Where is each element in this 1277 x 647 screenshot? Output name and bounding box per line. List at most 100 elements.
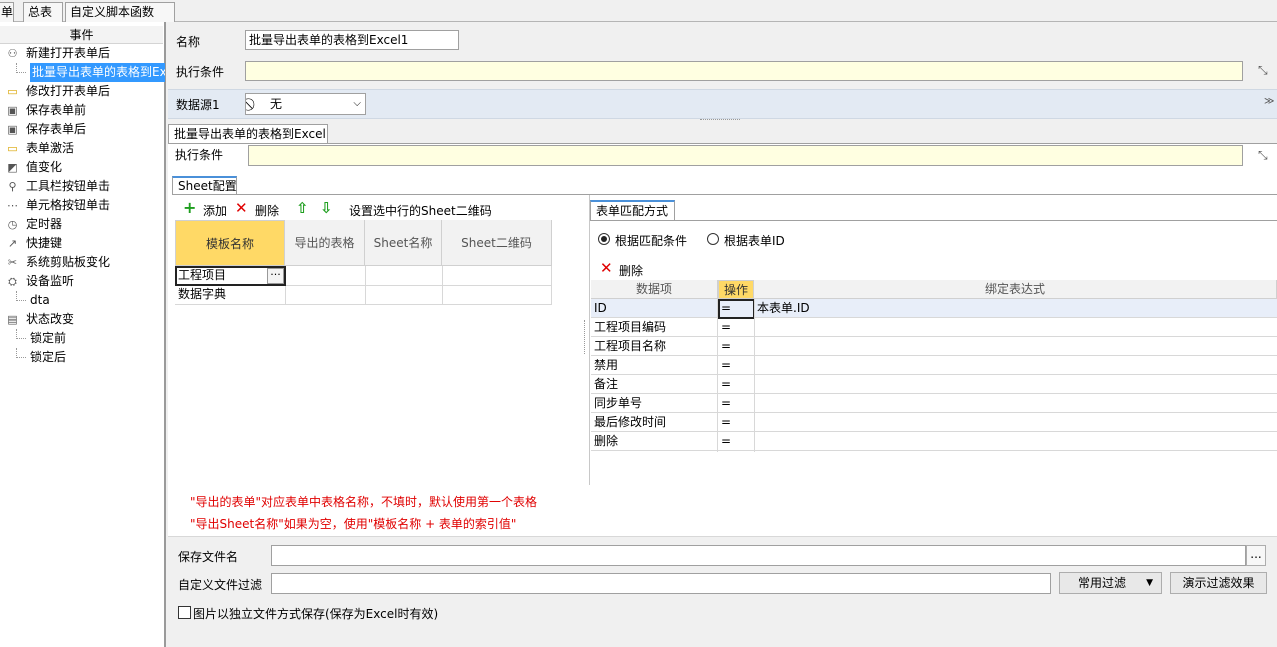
tree-item-10[interactable]: ↗ 快捷键	[0, 234, 165, 253]
tree-item-0[interactable]: ⚇ 新建打开表单后	[0, 44, 165, 63]
name-input[interactable]: 批量导出表单的表格到Excel1	[245, 30, 459, 50]
tab-batch-export[interactable]: 批量导出表单的表格到Excel	[168, 124, 328, 144]
match-row-item[interactable]: 备注	[594, 375, 618, 394]
datasource-label: 数据源1	[176, 98, 220, 112]
match-delete-button[interactable]: 删除	[619, 262, 643, 279]
match-header-item[interactable]: 数据项	[591, 280, 718, 299]
image-separate-checkbox[interactable]	[178, 606, 191, 619]
move-up-icon[interactable]: ⇧	[296, 199, 309, 217]
delete-button[interactable]: 删除	[255, 202, 279, 219]
tab-match-mode[interactable]: 表单匹配方式	[590, 200, 675, 221]
add-button[interactable]: 添加	[203, 202, 227, 219]
sheet-row-2-template[interactable]: 数据字典	[178, 285, 226, 304]
tab-partial[interactable]: 单	[0, 2, 14, 22]
browse-button[interactable]: ...	[1246, 545, 1266, 566]
match-row-op[interactable]: =	[721, 356, 731, 375]
sub-condition-input[interactable]	[248, 145, 1243, 166]
match-delete-icon[interactable]: ✕	[600, 259, 613, 277]
demo-filter-button[interactable]: 演示过滤效果	[1170, 572, 1267, 594]
delete-icon[interactable]: ✕	[235, 199, 248, 217]
radio-form-id-label: 根据表单ID	[724, 234, 785, 248]
save-filename-label: 保存文件名	[178, 550, 239, 564]
match-cell-selected[interactable]	[718, 299, 755, 319]
tree-item-11[interactable]: ✂ 系统剪贴板变化	[0, 253, 165, 272]
sheet-header-template[interactable]: 模板名称	[175, 220, 285, 266]
tree-item-6[interactable]: ◩ 值变化	[0, 158, 165, 177]
tree-item-13[interactable]: dta	[0, 291, 165, 310]
match-row-item[interactable]: 最后修改时间	[594, 413, 666, 432]
match-row-item[interactable]: 同步单号	[594, 394, 642, 413]
cell-ellipsis-button[interactable]: ···	[267, 268, 284, 284]
common-filter-dropdown[interactable]: 常用过滤 ▼	[1059, 572, 1162, 594]
tab-custom-script[interactable]: 自定义脚本函数	[65, 2, 175, 22]
match-row-op[interactable]: =	[721, 375, 731, 394]
tree-item-4[interactable]: ▣ 保存表单后	[0, 120, 165, 139]
row-divider	[591, 336, 1277, 337]
save-filename-input[interactable]	[271, 545, 1246, 566]
radio-form-id[interactable]	[707, 233, 719, 245]
tree-item-14[interactable]: ▤ 状态改变	[0, 310, 165, 329]
device-icon: ⛭	[8, 275, 17, 288]
tree-item-2[interactable]: ▭ 修改打开表单后	[0, 82, 165, 101]
datasource-select[interactable]: ⃠ 无 ⌵	[245, 93, 366, 115]
tree-connector	[16, 329, 26, 339]
tree-item-12[interactable]: ⛭ 设备监听	[0, 272, 165, 291]
match-row-op[interactable]: =	[721, 337, 731, 356]
tab-sheet-config[interactable]: Sheet配置	[172, 176, 237, 195]
condition-wand-icon[interactable]: ⤡	[1258, 63, 1268, 78]
match-header-op[interactable]: 操作	[718, 280, 754, 299]
match-row-op[interactable]: =	[721, 318, 731, 337]
tree-item-3[interactable]: ▣ 保存表单前	[0, 101, 165, 120]
tree-item-5[interactable]: ▭ 表单激活	[0, 139, 165, 158]
custom-filter-input[interactable]	[271, 573, 1051, 594]
tree-item-label: 值变化	[26, 160, 63, 174]
tree-item-16[interactable]: 锁定后	[0, 348, 165, 367]
tree-item-9[interactable]: ◷ 定时器	[0, 215, 165, 234]
match-row-op[interactable]: =	[721, 413, 731, 432]
condition-label: 执行条件	[176, 65, 225, 79]
match-row-item[interactable]: 工程项目名称	[594, 337, 666, 356]
set-qr-button[interactable]: 设置选中行的Sheet二维码	[349, 202, 492, 219]
sheet-header-qr[interactable]: Sheet二维码	[442, 220, 552, 266]
row-divider	[591, 355, 1277, 356]
vertical-splitter[interactable]	[584, 320, 586, 354]
sheet-header-table[interactable]: 导出的表格	[285, 220, 365, 266]
row-divider	[591, 393, 1277, 394]
tree-item-7[interactable]: ⚲ 工具栏按钮单击	[0, 177, 165, 196]
radio-match-condition-label: 根据匹配条件	[615, 234, 688, 248]
condition-input[interactable]	[245, 61, 1243, 81]
custom-filter-label: 自定义文件过滤	[178, 578, 263, 592]
tab-summary[interactable]: 总表	[23, 2, 63, 22]
sub-condition-wand-icon[interactable]: ⤡	[1258, 148, 1268, 163]
add-icon[interactable]: +	[183, 199, 196, 217]
tree-item-15[interactable]: 锁定前	[0, 329, 165, 348]
event-panel-header: 事件	[0, 26, 163, 44]
move-down-icon[interactable]: ⇩	[320, 199, 333, 217]
match-row-item[interactable]: ID	[594, 299, 607, 318]
scissors-icon: ✂	[7, 256, 18, 269]
dropdown-arrow-icon: ▼	[1146, 578, 1153, 588]
sheet-row-1-template[interactable]: 工程项目	[178, 266, 226, 285]
splitter-handle[interactable]	[700, 119, 740, 122]
save-icon: ▣	[7, 123, 18, 136]
top-tab-bar: 单 总表 自定义脚本函数	[0, 0, 1277, 22]
match-header-expr[interactable]: 绑定表达式	[754, 280, 1277, 299]
match-row-op[interactable]: =	[721, 394, 731, 413]
match-row-op[interactable]: =	[721, 432, 731, 451]
match-row-expr[interactable]: 本表单.ID	[757, 299, 810, 318]
tree-item-label: dta	[30, 293, 50, 307]
state-icon: ▤	[7, 313, 18, 326]
radio-match-condition[interactable]	[598, 233, 610, 245]
tree-item-label: 批量导出表单的表格到Excel	[30, 63, 165, 82]
sub-condition-label: 执行条件	[175, 148, 224, 162]
tree-item-8[interactable]: ⋯ 单元格按钮单击	[0, 196, 165, 215]
tree-item-label: 定时器	[26, 217, 63, 231]
tree-item-1[interactable]: 批量导出表单的表格到Excel	[0, 63, 165, 82]
match-row-item[interactable]: 工程项目编码	[594, 318, 666, 337]
collapse-icon[interactable]: ≫	[1264, 96, 1274, 107]
sheet-header-sheetname[interactable]: Sheet名称	[365, 220, 442, 266]
value-icon: ◩	[7, 161, 18, 174]
match-row-item[interactable]: 删除	[594, 432, 618, 451]
match-row-item[interactable]: 禁用	[594, 356, 618, 375]
tree-item-label: 状态改变	[26, 312, 75, 326]
